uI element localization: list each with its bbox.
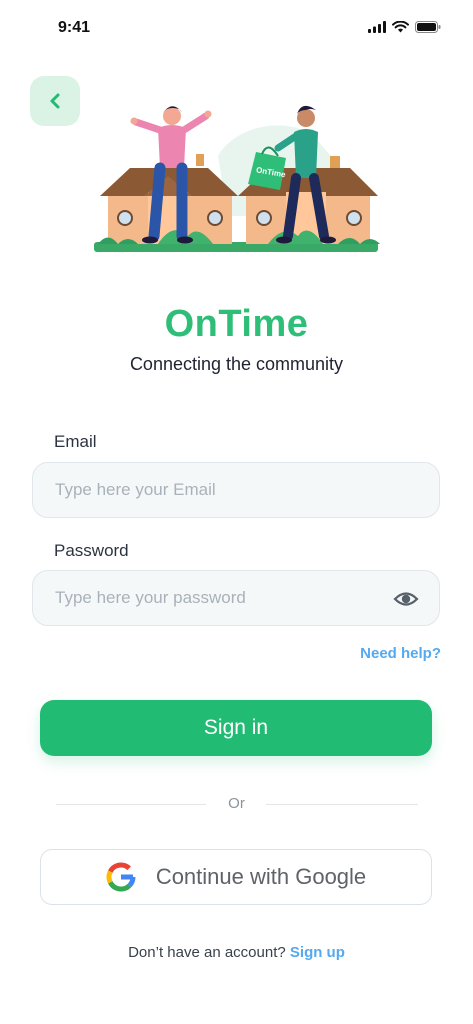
back-chevron-icon: [50, 93, 60, 109]
email-field-container: [32, 462, 440, 518]
signal-icon: [368, 21, 386, 33]
status-icons: [368, 21, 441, 33]
divider-right: [266, 804, 418, 805]
wifi-icon: [392, 21, 409, 33]
password-label: Password: [54, 541, 129, 560]
signup-prompt: Don’t have an account?: [128, 944, 286, 961]
google-g-icon: [106, 862, 136, 892]
tagline: Connecting the community: [129, 354, 344, 374]
sign-in-button[interactable]: Sign in: [40, 700, 432, 756]
continue-with-google-button[interactable]: Continue with Google: [40, 849, 432, 905]
google-button-label: Continue with Google: [155, 864, 367, 889]
back-button[interactable]: [30, 76, 80, 126]
hero-illustration: OnTime: [94, 105, 380, 252]
eye-icon[interactable]: [393, 588, 419, 610]
sign-up-link[interactable]: Sign up: [290, 944, 345, 961]
password-field-container: [32, 570, 440, 626]
need-help-link[interactable]: Need help?: [360, 645, 441, 662]
email-input[interactable]: [33, 463, 439, 517]
battery-icon: [415, 21, 441, 33]
password-input[interactable]: [33, 571, 439, 625]
email-label: Email: [54, 432, 97, 451]
status-bar: 9:41: [0, 0, 473, 56]
status-time: 9:41: [58, 19, 91, 36]
signup-row: Don’t have an account? Sign up: [0, 944, 473, 961]
app-title: OnTime: [164, 303, 309, 345]
